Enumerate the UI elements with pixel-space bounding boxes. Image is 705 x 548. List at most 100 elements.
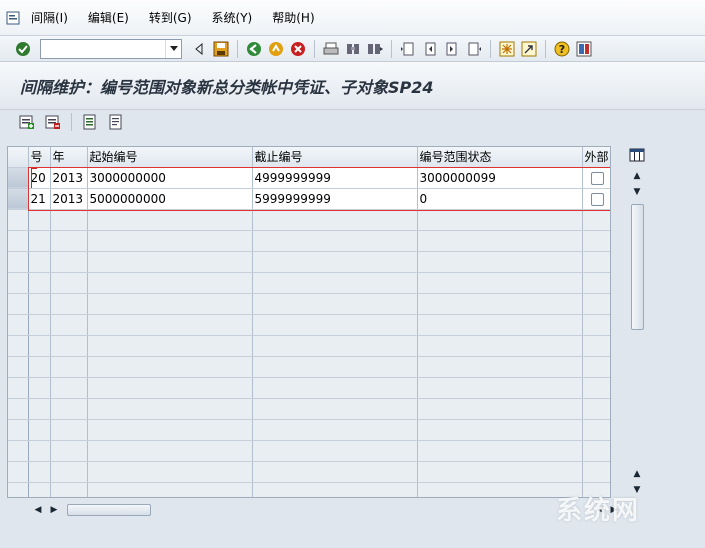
- empty-cell[interactable]: [417, 251, 583, 273]
- row-selector[interactable]: [8, 419, 29, 441]
- command-field[interactable]: [40, 38, 182, 59]
- cell-to[interactable]: 5999999999: [252, 188, 418, 210]
- empty-cell[interactable]: [28, 335, 51, 357]
- empty-cell[interactable]: [50, 272, 88, 294]
- empty-cell[interactable]: [252, 482, 418, 497]
- empty-cell[interactable]: [582, 272, 610, 294]
- empty-cell[interactable]: [87, 314, 253, 336]
- empty-cell[interactable]: [582, 461, 610, 483]
- empty-cell[interactable]: [252, 209, 418, 231]
- empty-cell[interactable]: [50, 482, 88, 497]
- empty-cell[interactable]: [50, 230, 88, 252]
- cancel-icon[interactable]: [289, 40, 307, 58]
- scroll-right-icon[interactable]: ▶: [47, 502, 61, 518]
- empty-cell[interactable]: [50, 335, 88, 357]
- row-selector[interactable]: [8, 461, 29, 483]
- empty-cell[interactable]: [417, 398, 583, 420]
- empty-cell[interactable]: [417, 209, 583, 231]
- row-selector[interactable]: [8, 482, 29, 497]
- first-page-icon[interactable]: [399, 40, 417, 58]
- cell-from[interactable]: 5000000000: [87, 188, 253, 210]
- empty-cell[interactable]: [582, 440, 610, 462]
- empty-cell[interactable]: [417, 356, 583, 378]
- empty-cell[interactable]: [28, 356, 51, 378]
- empty-cell[interactable]: [28, 293, 51, 315]
- column-header-external[interactable]: 外部: [582, 147, 610, 168]
- horizontal-scrollbar[interactable]: ◀ ▶ ◀ ▶: [31, 502, 617, 518]
- empty-cell[interactable]: [28, 398, 51, 420]
- empty-cell[interactable]: [50, 440, 88, 462]
- empty-cell[interactable]: [87, 461, 253, 483]
- print-icon[interactable]: [322, 40, 340, 58]
- save-icon[interactable]: [212, 40, 230, 58]
- empty-cell[interactable]: [417, 335, 583, 357]
- empty-cell[interactable]: [87, 356, 253, 378]
- empty-cell[interactable]: [28, 461, 51, 483]
- external-checkbox[interactable]: [590, 192, 604, 206]
- column-config-icon[interactable]: [628, 146, 646, 164]
- cell-year[interactable]: 2013: [50, 188, 88, 210]
- empty-cell[interactable]: [252, 251, 418, 273]
- external-checkbox[interactable]: [590, 171, 604, 185]
- cell-status[interactable]: 0: [417, 188, 583, 210]
- empty-cell[interactable]: [582, 482, 610, 497]
- empty-cell[interactable]: [28, 482, 51, 497]
- empty-cell[interactable]: [417, 461, 583, 483]
- scroll-left-icon[interactable]: ◀: [31, 502, 45, 518]
- column-header-no[interactable]: 号: [28, 147, 51, 168]
- row-selector[interactable]: [8, 272, 29, 294]
- empty-cell[interactable]: [252, 314, 418, 336]
- empty-cell[interactable]: [417, 440, 583, 462]
- empty-cell[interactable]: [417, 314, 583, 336]
- help-icon[interactable]: ?: [553, 40, 571, 58]
- empty-cell[interactable]: [252, 461, 418, 483]
- last-page-icon[interactable]: [465, 40, 483, 58]
- empty-cell[interactable]: [582, 314, 610, 336]
- scroll-right-end-icon[interactable]: ▶: [607, 502, 621, 518]
- empty-cell[interactable]: [417, 482, 583, 497]
- column-header-year[interactable]: 年: [50, 147, 88, 168]
- empty-cell[interactable]: [28, 440, 51, 462]
- empty-cell[interactable]: [87, 272, 253, 294]
- cell-from[interactable]: 3000000000: [87, 167, 253, 189]
- menu-goto[interactable]: 转到(G): [149, 9, 192, 26]
- new-session-icon[interactable]: [498, 40, 516, 58]
- delete-interval-icon[interactable]: [44, 113, 62, 131]
- empty-cell[interactable]: [87, 398, 253, 420]
- empty-cell[interactable]: [50, 419, 88, 441]
- menu-interval[interactable]: 间隔(I): [31, 9, 68, 26]
- empty-cell[interactable]: [252, 230, 418, 252]
- next-page-icon[interactable]: [443, 40, 461, 58]
- empty-cell[interactable]: [582, 251, 610, 273]
- empty-cell[interactable]: [582, 209, 610, 231]
- check-icon[interactable]: [14, 40, 32, 58]
- empty-cell[interactable]: [417, 377, 583, 399]
- empty-cell[interactable]: [87, 230, 253, 252]
- overview-icon[interactable]: [107, 113, 125, 131]
- empty-cell[interactable]: [28, 230, 51, 252]
- scroll-down-icon[interactable]: ▼: [628, 184, 646, 200]
- row-selector[interactable]: [8, 251, 29, 273]
- empty-cell[interactable]: [87, 377, 253, 399]
- row-selector[interactable]: [8, 356, 29, 378]
- row-selector[interactable]: [8, 293, 29, 315]
- empty-cell[interactable]: [252, 356, 418, 378]
- empty-cell[interactable]: [582, 419, 610, 441]
- empty-cell[interactable]: [87, 440, 253, 462]
- row-selector[interactable]: [8, 335, 29, 357]
- empty-cell[interactable]: [50, 251, 88, 273]
- column-header-status[interactable]: 编号范围状态: [417, 147, 583, 168]
- empty-cell[interactable]: [87, 293, 253, 315]
- chevron-down-icon[interactable]: [165, 39, 181, 58]
- empty-cell[interactable]: [50, 293, 88, 315]
- details-icon[interactable]: [81, 113, 99, 131]
- menu-system[interactable]: 系统(Y): [212, 9, 253, 26]
- insert-interval-icon[interactable]: [18, 113, 36, 131]
- vertical-scroll-thumb[interactable]: [631, 204, 644, 330]
- vertical-scrollbar[interactable]: ▲ ▼ ▲ ▼: [628, 146, 646, 498]
- empty-cell[interactable]: [582, 335, 610, 357]
- scroll-up-bottom-icon[interactable]: ▲: [628, 466, 646, 482]
- empty-cell[interactable]: [28, 209, 51, 231]
- scroll-left-end-icon[interactable]: ◀: [593, 502, 607, 518]
- empty-cell[interactable]: [50, 461, 88, 483]
